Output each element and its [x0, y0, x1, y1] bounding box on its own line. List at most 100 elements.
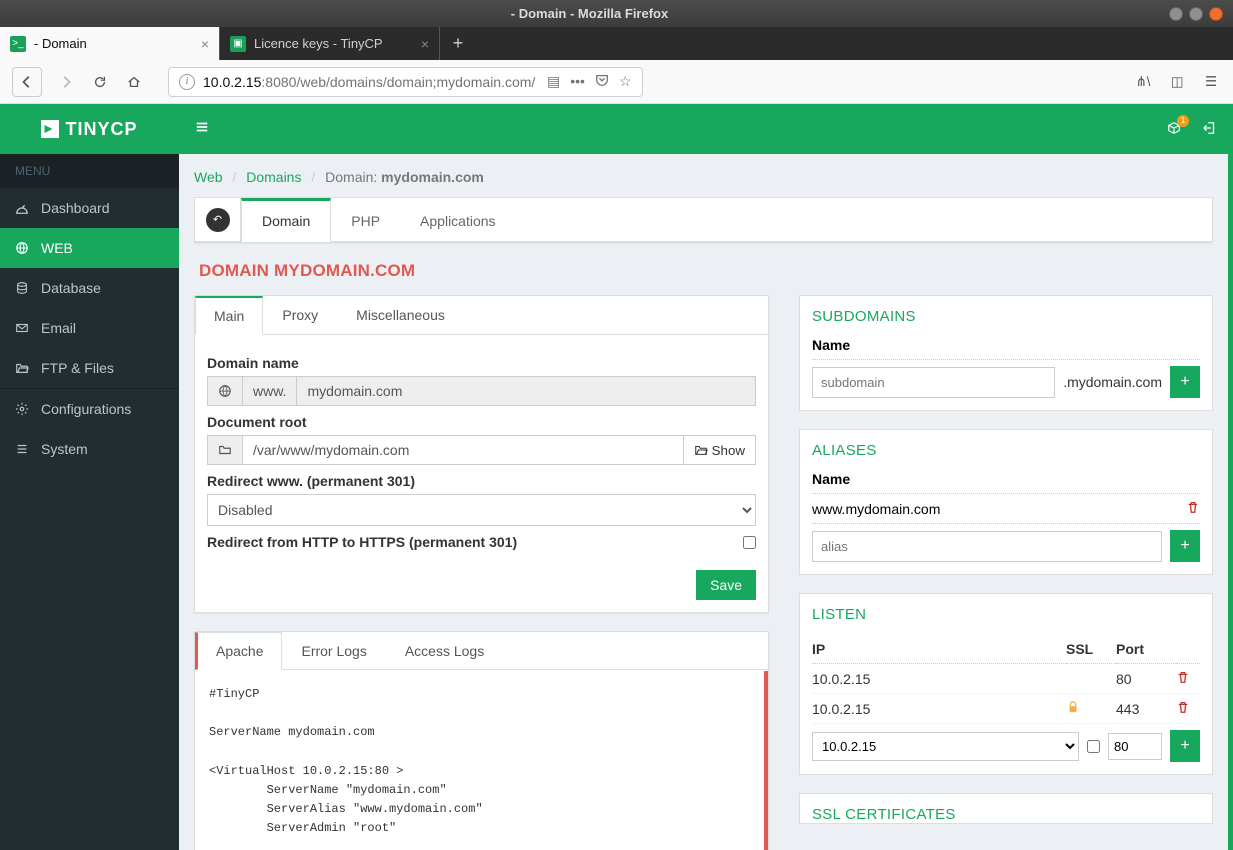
sidebar: TINYCP MENU Dashboard WEB Database Email…	[0, 104, 179, 850]
trash-icon	[1176, 670, 1190, 684]
listen-table: IP SSL Port 10.0.2.15 80	[812, 635, 1200, 724]
close-icon[interactable]	[1209, 7, 1223, 21]
redirect-www-select[interactable]: Disabled	[207, 494, 756, 526]
library-icon: ⋔\	[1136, 74, 1151, 90]
main: 1 Web / Domains / Domain: mydomain.com ↶	[179, 104, 1233, 850]
aliases-name-header: Name	[812, 471, 850, 487]
logtab-access[interactable]: Access Logs	[386, 632, 503, 669]
apache-config[interactable]: #TinyCP ServerName mydomain.com <Virtual…	[195, 671, 768, 850]
forward-button[interactable]	[56, 72, 76, 92]
add-listen-button[interactable]: +	[1170, 730, 1200, 762]
sidebar-item-system[interactable]: System	[0, 429, 179, 469]
subtab-proxy[interactable]: Proxy	[263, 296, 337, 334]
delete-alias-button[interactable]	[1186, 500, 1200, 517]
delete-listen-button[interactable]	[1176, 671, 1190, 687]
back-circle-button[interactable]: ↶	[195, 198, 241, 241]
bookmark-icon[interactable]: ☆	[619, 73, 632, 90]
minimize-icon[interactable]	[1169, 7, 1183, 21]
table-row: 10.0.2.15 80	[812, 664, 1200, 694]
listen-ip-select[interactable]: 10.0.2.15	[812, 732, 1079, 761]
url-bar[interactable]: i 10.0.2.15:8080/web/domains/domain;mydo…	[168, 67, 643, 97]
tab-applications[interactable]: Applications	[400, 198, 516, 241]
sidebar-item-label: Database	[41, 280, 101, 296]
add-subdomain-button[interactable]: +	[1170, 366, 1200, 398]
sidebar-item-label: Email	[41, 320, 76, 336]
sidebar-item-label: Dashboard	[41, 200, 110, 216]
aliases-title: ALIASES	[812, 442, 1200, 459]
logtab-apache[interactable]: Apache	[195, 632, 282, 670]
redirect-https-checkbox[interactable]	[743, 536, 756, 549]
home-button[interactable]	[124, 72, 144, 92]
browser-nav: i 10.0.2.15:8080/web/domains/domain;mydo…	[0, 60, 1233, 104]
close-tab-icon[interactable]: ×	[421, 36, 429, 52]
sidebar-item-web[interactable]: WEB	[0, 228, 179, 268]
dashboard-icon	[15, 201, 31, 215]
docroot-input[interactable]	[243, 435, 684, 465]
sidebar-item-ftp[interactable]: FTP & Files	[0, 348, 179, 388]
folder-addon-icon	[207, 435, 243, 465]
brand-logo[interactable]: TINYCP	[0, 104, 179, 154]
update-badge: 1	[1177, 115, 1189, 127]
logout-button[interactable]	[1203, 121, 1217, 138]
toggle-menu-button[interactable]	[195, 120, 209, 139]
new-tab-button[interactable]: +	[440, 33, 476, 54]
database-icon	[15, 281, 31, 295]
save-button[interactable]: Save	[696, 570, 756, 600]
favicon-icon: ▣	[230, 36, 246, 52]
reader-mode-icon[interactable]: ▤	[547, 73, 560, 90]
library-button[interactable]: ⋔\	[1133, 72, 1153, 92]
close-tab-icon[interactable]: ×	[201, 36, 209, 52]
breadcrumb-domains[interactable]: Domains	[246, 169, 301, 185]
subdomain-suffix: .mydomain.com	[1063, 374, 1162, 390]
arrow-up-left-icon: ↶	[206, 208, 230, 232]
listen-ssl-checkbox[interactable]	[1087, 740, 1100, 753]
maximize-icon[interactable]	[1189, 7, 1203, 21]
back-button[interactable]	[12, 67, 42, 97]
sidebar-item-dashboard[interactable]: Dashboard	[0, 188, 179, 228]
window-title: - Domain - Mozilla Firefox	[10, 6, 1169, 21]
subtab-misc[interactable]: Miscellaneous	[337, 296, 464, 334]
menu-button[interactable]: ☰	[1201, 72, 1221, 92]
breadcrumb-web[interactable]: Web	[194, 169, 223, 185]
pocket-icon[interactable]	[595, 73, 609, 90]
logtab-error[interactable]: Error Logs	[282, 632, 385, 669]
subtab-main[interactable]: Main	[195, 296, 263, 335]
add-alias-button[interactable]: +	[1170, 530, 1200, 562]
tab-php[interactable]: PHP	[331, 198, 400, 241]
col-ip: IP	[812, 635, 1066, 664]
more-icon[interactable]: •••	[570, 73, 585, 90]
listen-port-input[interactable]	[1108, 733, 1162, 760]
info-icon[interactable]: i	[179, 74, 195, 90]
updates-button[interactable]: 1	[1167, 121, 1181, 138]
show-docroot-button[interactable]: Show	[684, 435, 756, 465]
breadcrumb-current: Domain: mydomain.com	[325, 169, 484, 185]
label-redirect-https: Redirect from HTTP to HTTPS (permanent 3…	[207, 534, 517, 550]
domain-name-input	[297, 376, 756, 406]
sidebar-button[interactable]: ◫	[1167, 72, 1187, 92]
subdomain-input[interactable]	[812, 367, 1055, 398]
table-row: 10.0.2.15 443	[812, 694, 1200, 724]
alias-input[interactable]	[812, 531, 1162, 562]
feature-tabs-panel: ↶ Domain PHP Applications	[194, 197, 1213, 243]
subdomains-title: SUBDOMAINS	[812, 308, 1200, 325]
favicon-icon: >_	[10, 36, 26, 52]
trash-icon	[1176, 700, 1190, 714]
browser-tab-domain[interactable]: >_ - Domain ×	[0, 27, 220, 60]
delete-listen-button[interactable]	[1176, 701, 1190, 717]
page-title: DOMAIN mydomain.com	[199, 261, 1213, 281]
arrow-right-icon	[59, 75, 73, 89]
domain-form-panel: Main Proxy Miscellaneous Domain name www…	[194, 295, 769, 613]
globe-addon-icon	[207, 376, 243, 406]
sidebar-header: MENU	[0, 154, 179, 188]
alias-item: www.mydomain.com	[812, 501, 940, 517]
sidebar-item-database[interactable]: Database	[0, 268, 179, 308]
window-titlebar: - Domain - Mozilla Firefox	[0, 0, 1233, 27]
reload-button[interactable]	[90, 72, 110, 92]
sidebar-item-email[interactable]: Email	[0, 308, 179, 348]
browser-tab-licence[interactable]: ▣ Licence keys - TinyCP ×	[220, 27, 440, 60]
content[interactable]: Web / Domains / Domain: mydomain.com ↶ D…	[179, 154, 1233, 850]
url-port: :8080	[261, 74, 296, 90]
sidebar-item-configurations[interactable]: Configurations	[0, 389, 179, 429]
sidebar-item-label: Configurations	[41, 401, 131, 417]
tab-domain[interactable]: Domain	[241, 198, 331, 242]
